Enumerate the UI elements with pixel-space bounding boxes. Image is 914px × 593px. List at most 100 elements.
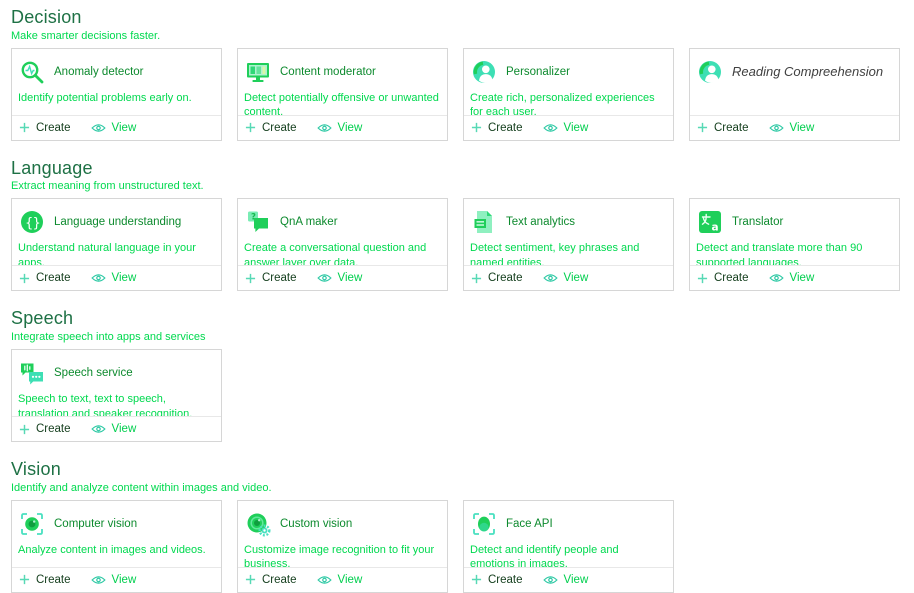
- create-button[interactable]: Create: [19, 122, 71, 134]
- create-label: Create: [488, 272, 523, 284]
- card-description: Detect and identify people and emotions …: [469, 543, 665, 567]
- section-subtitle: Extract meaning from unstructured text.: [11, 180, 900, 192]
- eye-icon: [91, 273, 106, 283]
- create-button[interactable]: Create: [245, 574, 297, 586]
- reading-comprehension-icon: [697, 59, 723, 85]
- service-card[interactable]: Computer vision Analyze content in image…: [11, 500, 222, 593]
- create-button[interactable]: Create: [19, 574, 71, 586]
- view-button[interactable]: View: [543, 272, 589, 284]
- view-button[interactable]: View: [543, 574, 589, 586]
- card-description: Detect and translate more than 90 suppor…: [695, 241, 891, 265]
- create-button[interactable]: Create: [471, 574, 523, 586]
- card-description: Analyze content in images and videos.: [17, 543, 213, 558]
- card-head: Custom vision: [243, 511, 439, 537]
- create-label: Create: [262, 122, 297, 134]
- view-button[interactable]: View: [91, 574, 137, 586]
- card-title: Language understanding: [54, 216, 181, 228]
- card-head: Anomaly detector: [17, 59, 213, 85]
- card-title: Face API: [506, 518, 553, 530]
- anomaly-detector-icon: [19, 59, 45, 85]
- card-head: {} Language understanding: [17, 209, 213, 235]
- create-label: Create: [262, 574, 297, 586]
- create-button[interactable]: Create: [19, 423, 71, 435]
- plus-icon: [245, 574, 256, 585]
- create-label: Create: [714, 272, 749, 284]
- plus-icon: [19, 424, 30, 435]
- view-label: View: [338, 574, 363, 586]
- create-label: Create: [36, 574, 71, 586]
- create-button[interactable]: Create: [471, 122, 523, 134]
- view-button[interactable]: View: [543, 122, 589, 134]
- view-button[interactable]: View: [91, 122, 137, 134]
- view-label: View: [112, 122, 137, 134]
- language-understanding-icon: {}: [19, 209, 45, 235]
- card-footer: Create View: [690, 265, 899, 290]
- card-footer: Create View: [238, 115, 447, 140]
- view-label: View: [112, 423, 137, 435]
- plus-icon: [697, 122, 708, 133]
- computer-vision-icon: [19, 511, 45, 537]
- service-card[interactable]: Anomaly detector Identify potential prob…: [11, 48, 222, 141]
- card-body: Speech service Speech to text, text to s…: [12, 350, 221, 416]
- service-card[interactable]: a Translator Detect and translate more t…: [689, 198, 900, 291]
- card-head: Personalizer: [469, 59, 665, 85]
- selected-check-icon: [844, 80, 890, 126]
- view-button[interactable]: View: [769, 122, 815, 134]
- view-button[interactable]: View: [769, 272, 815, 284]
- create-button[interactable]: Create: [245, 272, 297, 284]
- card-body: Computer vision Analyze content in image…: [12, 501, 221, 567]
- face-api-icon: [471, 511, 497, 537]
- service-card[interactable]: Face API Detect and identify people and …: [463, 500, 674, 593]
- card-body: Anomaly detector Identify potential prob…: [12, 49, 221, 115]
- eye-icon: [769, 123, 784, 133]
- create-button[interactable]: Create: [471, 272, 523, 284]
- card-title: Anomaly detector: [54, 66, 144, 78]
- service-section: Speech Integrate speech into apps and se…: [11, 308, 900, 442]
- card-body: Content moderator Detect potentially off…: [238, 49, 447, 115]
- service-card[interactable]: Personalizer Create rich, personalized e…: [463, 48, 674, 141]
- create-button[interactable]: Create: [19, 272, 71, 284]
- service-card[interactable]: ? QnA maker Create a conversational ques…: [237, 198, 448, 291]
- card-body: Personalizer Create rich, personalized e…: [464, 49, 673, 115]
- card-description: Create rich, personalized experiences fo…: [469, 91, 665, 115]
- card-body: ? QnA maker Create a conversational ques…: [238, 199, 447, 265]
- card-row: Speech service Speech to text, text to s…: [11, 349, 900, 442]
- view-button[interactable]: View: [317, 122, 363, 134]
- service-card[interactable]: {} Language understanding Understand nat…: [11, 198, 222, 291]
- eye-icon: [317, 123, 332, 133]
- view-label: View: [338, 122, 363, 134]
- section-title: Vision: [11, 459, 900, 480]
- create-button[interactable]: Create: [697, 122, 749, 134]
- card-head: Content moderator: [243, 59, 439, 85]
- service-card[interactable]: Custom vision Customize image recognitio…: [237, 500, 448, 593]
- card-footer: Create View: [464, 265, 673, 290]
- section-subtitle: Make smarter decisions faster.: [11, 30, 900, 42]
- service-card[interactable]: Text analytics Detect sentiment, key phr…: [463, 198, 674, 291]
- eye-icon: [543, 575, 558, 585]
- plus-icon: [19, 273, 30, 284]
- translator-icon: a: [697, 209, 723, 235]
- card-description: Detect potentially offensive or unwanted…: [243, 91, 439, 115]
- service-card[interactable]: Content moderator Detect potentially off…: [237, 48, 448, 141]
- service-card[interactable]: Speech service Speech to text, text to s…: [11, 349, 222, 442]
- card-title: Personalizer: [506, 66, 570, 78]
- create-button[interactable]: Create: [245, 122, 297, 134]
- view-button[interactable]: View: [317, 574, 363, 586]
- view-button[interactable]: View: [91, 272, 137, 284]
- view-button[interactable]: View: [91, 423, 137, 435]
- plus-icon: [471, 574, 482, 585]
- create-button[interactable]: Create: [697, 272, 749, 284]
- view-label: View: [112, 272, 137, 284]
- section-subtitle: Identify and analyze content within imag…: [11, 482, 900, 494]
- view-label: View: [790, 122, 815, 134]
- card-head: a Translator: [695, 209, 891, 235]
- view-label: View: [338, 272, 363, 284]
- card-body: Text analytics Detect sentiment, key phr…: [464, 199, 673, 265]
- card-footer: Create View: [12, 265, 221, 290]
- create-label: Create: [36, 122, 71, 134]
- card-head: Computer vision: [17, 511, 213, 537]
- view-button[interactable]: View: [317, 272, 363, 284]
- card-footer: Create View: [12, 567, 221, 592]
- create-label: Create: [488, 122, 523, 134]
- service-card[interactable]: Reading Compreehension Create View: [689, 48, 900, 141]
